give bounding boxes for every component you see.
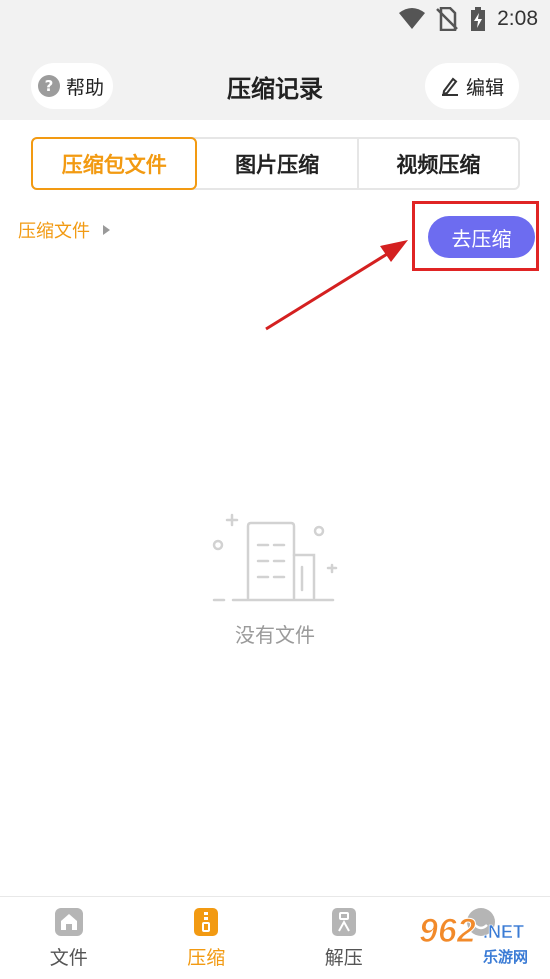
category-tabs: 压缩包文件 图片压缩 视频压缩 — [31, 137, 520, 190]
status-bar: 2:08 — [0, 0, 550, 38]
empty-folder-illustration — [212, 513, 338, 602]
nav-label: 解压 — [324, 947, 363, 969]
wifi-icon — [399, 8, 425, 29]
svg-text:962: 962 — [419, 912, 476, 950]
site-watermark-logo: 962 .NET 乐游网 — [419, 912, 529, 967]
caret-right-icon — [103, 225, 110, 235]
nav-label: 压缩 — [187, 947, 226, 969]
nav-item-files[interactable]: 文件 — [0, 897, 138, 979]
svg-text:乐游网: 乐游网 — [483, 948, 528, 966]
empty-state-text: 没有文件 — [235, 623, 315, 647]
unzip-icon — [331, 908, 356, 936]
edit-label: 编辑 — [466, 76, 505, 99]
status-time: 2:08 — [497, 7, 538, 30]
tab-archive-files[interactable]: 压缩包文件 — [31, 137, 198, 190]
tab-video-compress[interactable]: 视频压缩 — [359, 139, 518, 188]
breadcrumb[interactable]: 压缩文件 — [18, 217, 111, 243]
zip-icon — [194, 908, 219, 936]
battery-charging-icon — [471, 7, 485, 31]
go-compress-button[interactable]: 去压缩 — [428, 216, 535, 258]
nav-item-extract[interactable]: 解压 — [275, 897, 413, 979]
nav-item-compress[interactable]: 压缩 — [138, 897, 276, 979]
tab-image-compress[interactable]: 图片压缩 — [197, 139, 359, 188]
nav-label: 文件 — [49, 947, 88, 969]
home-icon — [54, 908, 83, 936]
breadcrumb-label: 压缩文件 — [18, 221, 90, 242]
header: ? 帮助 压缩记录 编辑 — [0, 38, 550, 120]
pen-icon — [442, 77, 458, 96]
edit-button[interactable]: 编辑 — [425, 63, 519, 109]
no-sim-icon — [436, 7, 458, 31]
svg-text:.NET: .NET — [483, 922, 524, 942]
